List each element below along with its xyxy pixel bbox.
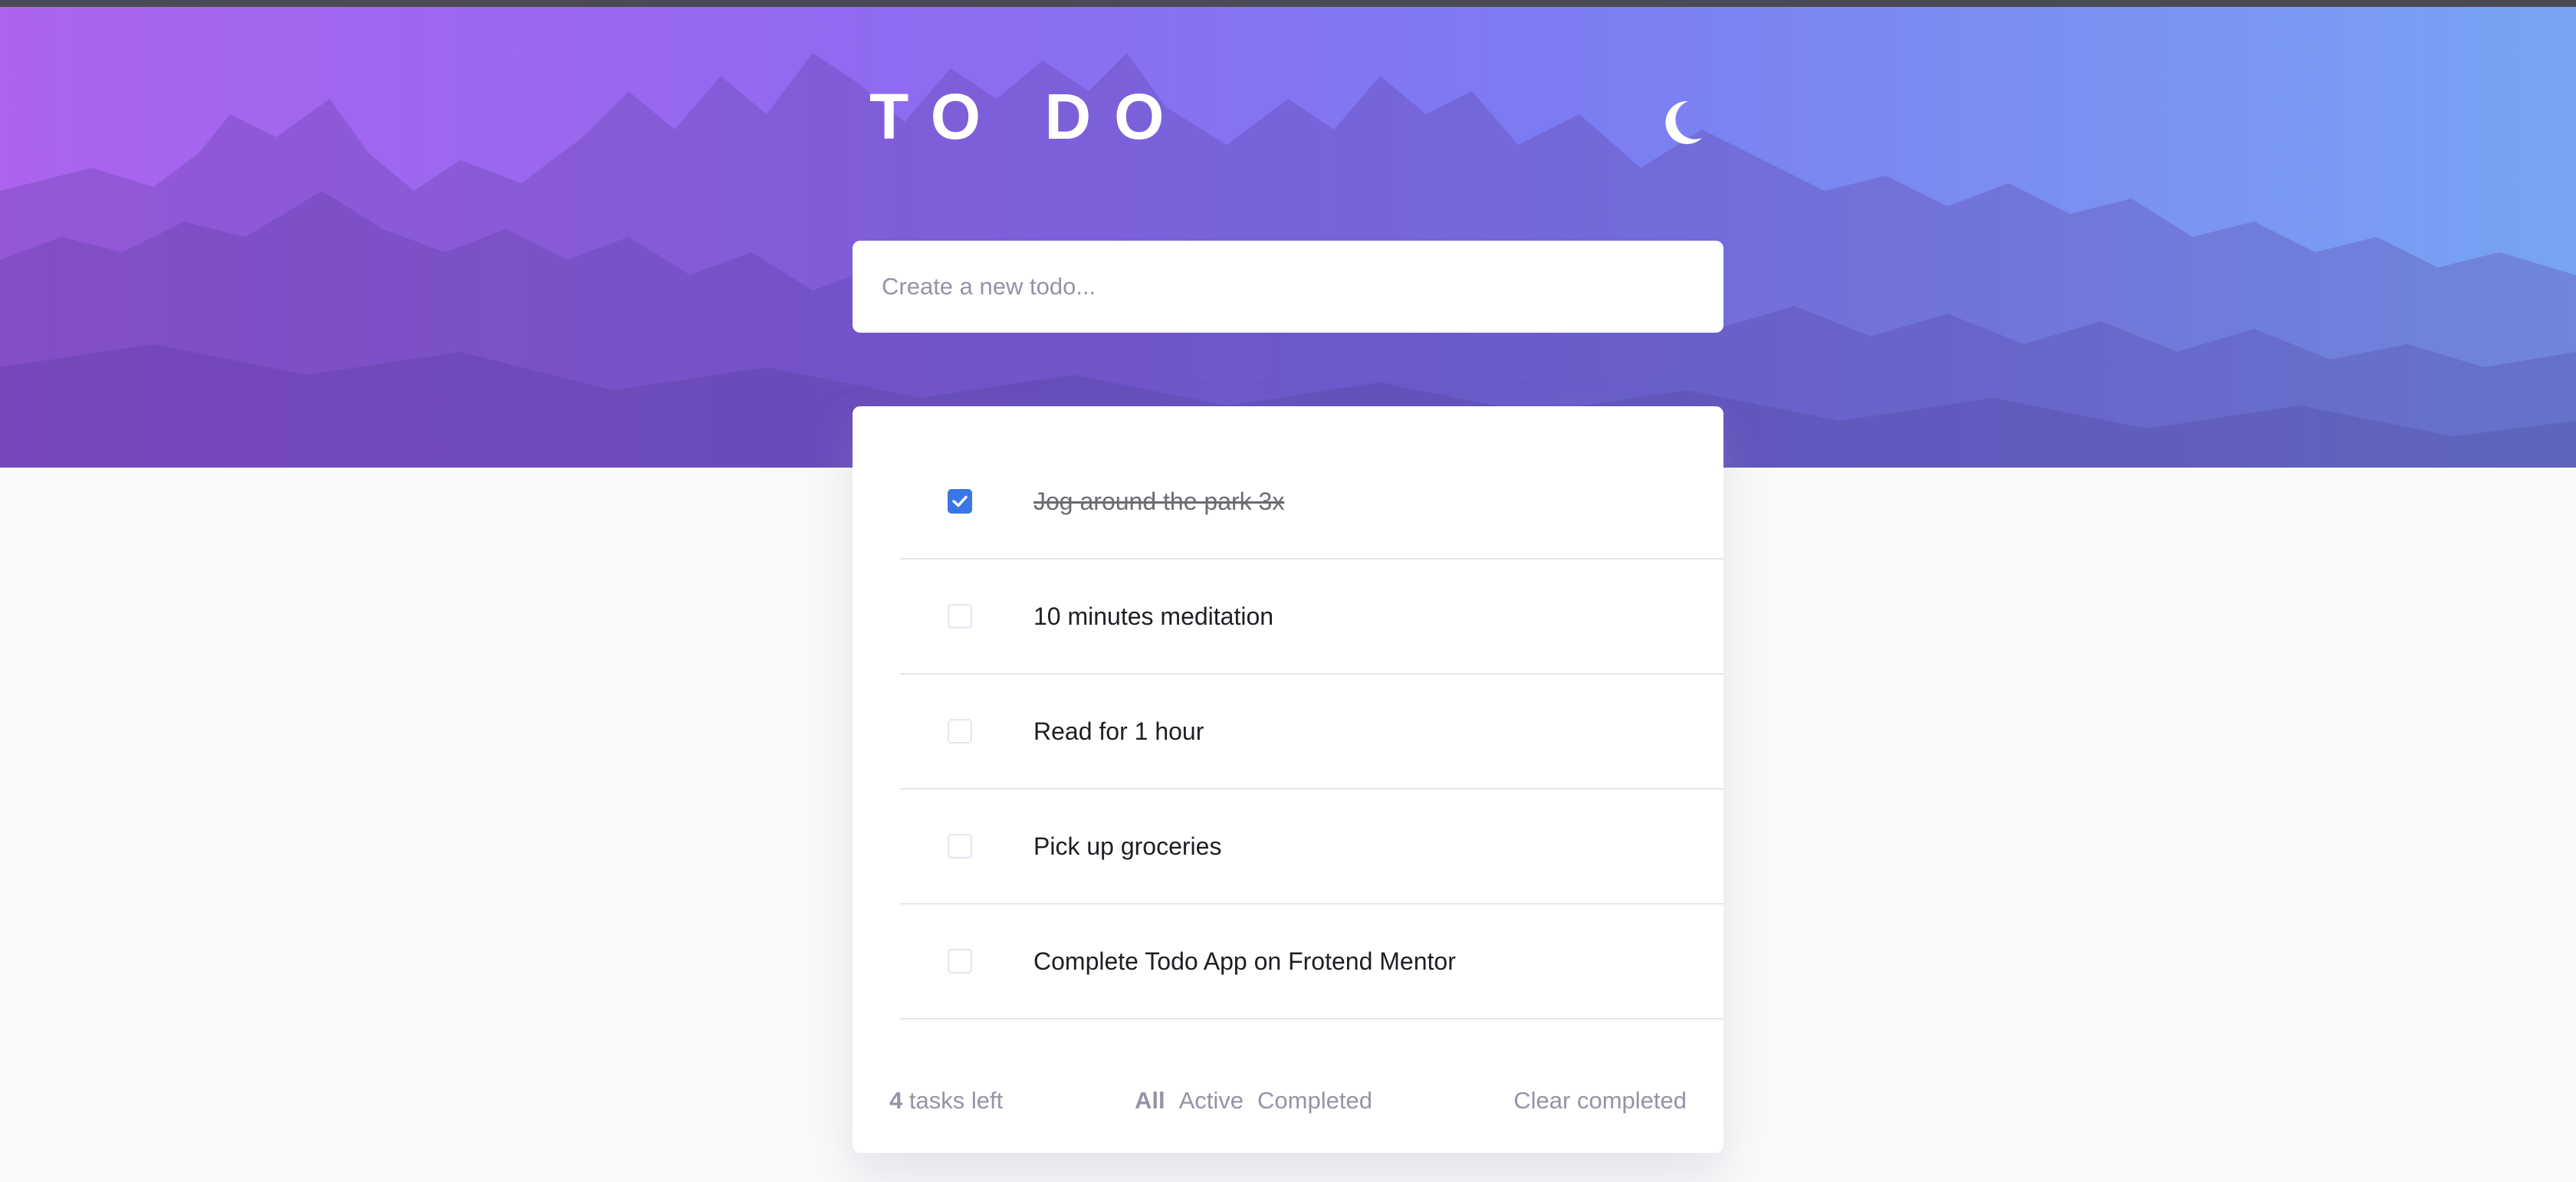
todo-list: Jog around the park 3x 10 minutes medita…	[900, 445, 1723, 1019]
todo-item: Complete Todo App on Frotend Mentor	[900, 905, 1723, 1019]
todo-item: Pick up groceries	[900, 790, 1723, 905]
todo-checkbox[interactable]	[948, 719, 972, 744]
todo-list-card: Jog around the park 3x 10 minutes medita…	[853, 406, 1723, 1153]
filter-group: All Active Completed	[1135, 1078, 1372, 1124]
theme-toggle-button[interactable]	[1659, 98, 1705, 152]
mountain-background-image	[0, 53, 2576, 468]
todo-item: Jog around the park 3x	[900, 445, 1723, 560]
moon-icon	[1665, 100, 1702, 144]
items-left-counter: 4 tasks left	[889, 1078, 1003, 1124]
todo-checkbox[interactable]	[948, 489, 972, 514]
todo-checkbox[interactable]	[948, 604, 972, 629]
todo-checkbox[interactable]	[948, 834, 972, 859]
todo-checkbox[interactable]	[948, 949, 972, 974]
new-todo-input[interactable]	[853, 241, 1723, 333]
filter-all-button[interactable]: All	[1135, 1078, 1165, 1124]
new-todo-box	[853, 241, 1723, 333]
items-left-label: tasks left	[902, 1087, 1004, 1114]
todo-text: Jog around the park 3x	[1033, 487, 1285, 515]
clear-completed-button[interactable]: Clear completed	[1513, 1078, 1687, 1124]
todo-item: Read for 1 hour	[900, 675, 1723, 790]
todo-text: Pick up groceries	[1033, 832, 1222, 860]
hero-banner	[0, 7, 2576, 468]
todo-item: 10 minutes meditation	[900, 560, 1723, 675]
todo-text: Complete Todo App on Frotend Mentor	[1033, 947, 1456, 975]
filter-completed-button[interactable]: Completed	[1257, 1078, 1372, 1124]
app-title: TO DO	[869, 80, 1188, 153]
todo-footer: 4 tasks left All Active Completed Clear …	[853, 1078, 1723, 1124]
browser-top-strip	[0, 0, 2576, 7]
todo-text: Read for 1 hour	[1033, 717, 1204, 745]
filter-active-button[interactable]: Active	[1179, 1078, 1244, 1124]
todo-text: 10 minutes meditation	[1033, 602, 1274, 630]
check-icon	[952, 495, 968, 507]
items-left-count: 4	[889, 1087, 903, 1114]
